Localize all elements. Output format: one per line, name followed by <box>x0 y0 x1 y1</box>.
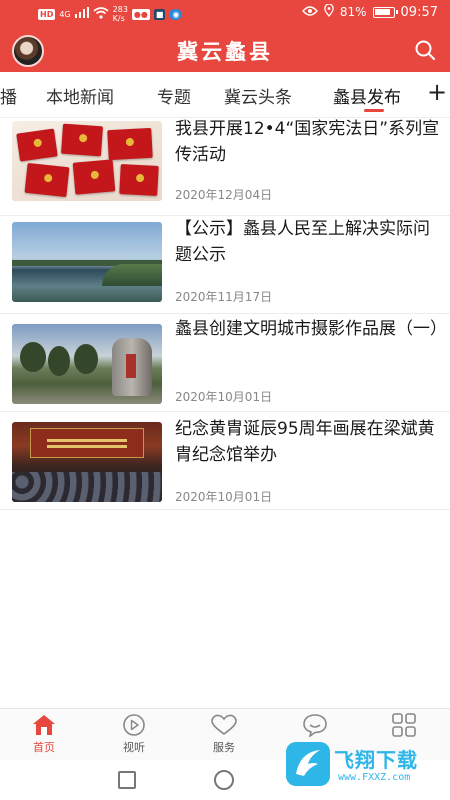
news-title[interactable]: 我县开展12•4“国家宪法日”系列宣传活动 <box>175 116 441 168</box>
news-date: 2020年10月01日 <box>175 490 273 504</box>
nav-audio-video[interactable]: 视听 <box>104 713 164 755</box>
nav-label: 视听 <box>123 741 145 754</box>
nav-services[interactable]: 服务 <box>194 713 254 755</box>
home-button[interactable] <box>214 770 234 790</box>
tab-jiyun-headlines[interactable]: 冀云头条 <box>224 83 292 108</box>
wifi-icon <box>93 6 109 22</box>
news-thumbnail <box>12 324 162 404</box>
search-icon[interactable] <box>414 39 436 61</box>
news-date: 2020年11月17日 <box>175 290 273 304</box>
heart-icon <box>211 714 237 735</box>
channel-tabs: 播 本地新闻 专题 冀云头条 蠡县发布 + <box>0 72 450 118</box>
network-type: 4G <box>59 9 71 19</box>
grid-icon <box>392 713 416 737</box>
battery-icon <box>372 6 398 18</box>
tab-broadcast[interactable]: 播 <box>0 83 17 108</box>
recent-apps-button[interactable] <box>118 771 136 789</box>
notification-icon: ●● <box>131 8 150 20</box>
news-thumbnail <box>12 222 162 302</box>
eye-icon <box>301 5 318 19</box>
nav-label: 服务 <box>213 741 235 754</box>
news-title[interactable]: 【公示】蠡县人民至上解决实际问题公示 <box>175 216 441 268</box>
tab-topics[interactable]: 专题 <box>157 83 191 108</box>
home-icon <box>33 715 55 735</box>
browser-notification-icon: ◉ <box>169 8 183 20</box>
watermark-text: 飞翔下载 <box>334 748 418 772</box>
news-title[interactable]: 蠡县创建文明城市摄影作品展（一） <box>175 316 447 342</box>
news-date: 2020年10月01日 <box>175 390 273 404</box>
signal-icon <box>74 7 89 21</box>
news-thumbnail <box>12 121 162 201</box>
active-tab-indicator <box>364 109 384 112</box>
news-item[interactable]: 纪念黄胄诞辰95周年画展在梁斌黄胄纪念馆举办 2020年10月01日 <box>0 412 450 510</box>
nav-home[interactable]: 首页 <box>14 713 74 755</box>
nav-chat[interactable] <box>285 713 345 739</box>
tab-local-news[interactable]: 本地新闻 <box>46 83 114 108</box>
app-notification-icon: ■ <box>153 8 166 20</box>
status-left: HD 4G 283 K/s ●● ■ ◉ <box>38 5 183 23</box>
status-bar: HD 4G 283 K/s ●● ■ ◉ 81% 09:57 <box>0 0 450 28</box>
add-channel-button[interactable]: + <box>424 76 450 112</box>
net-speed: 283 K/s <box>112 5 128 23</box>
play-icon <box>123 714 145 736</box>
nav-more[interactable] <box>374 713 434 739</box>
news-item[interactable]: 【公示】蠡县人民至上解决实际问题公示 2020年11月17日 <box>0 216 450 314</box>
news-title[interactable]: 纪念黄胄诞辰95周年画展在梁斌黄胄纪念馆举办 <box>175 416 441 468</box>
app-header: 冀云蠡县 <box>0 28 450 72</box>
watermark-url: www.FXXZ.com <box>338 772 411 783</box>
news-item[interactable]: 蠡县创建文明城市摄影作品展（一） 2020年10月01日 <box>0 314 450 412</box>
chat-icon <box>303 714 327 737</box>
status-right: 81% 09:57 <box>301 3 438 20</box>
hd-indicator: HD <box>38 8 56 20</box>
nav-label: 首页 <box>33 741 55 754</box>
location-icon <box>324 3 334 20</box>
watermark-logo-icon <box>286 742 330 786</box>
battery-percent: 81% <box>339 5 367 19</box>
tab-lixian-release[interactable]: 蠡县发布 <box>333 83 401 108</box>
news-date: 2020年12月04日 <box>175 188 273 202</box>
news-item[interactable]: 我县开展12•4“国家宪法日”系列宣传活动 2020年12月04日 <box>0 118 450 216</box>
clock: 09:57 <box>400 4 438 20</box>
news-thumbnail <box>12 422 162 502</box>
watermark: 飞翔下载 www.FXXZ.com <box>282 738 442 792</box>
app-title: 冀云蠡县 <box>177 40 273 64</box>
